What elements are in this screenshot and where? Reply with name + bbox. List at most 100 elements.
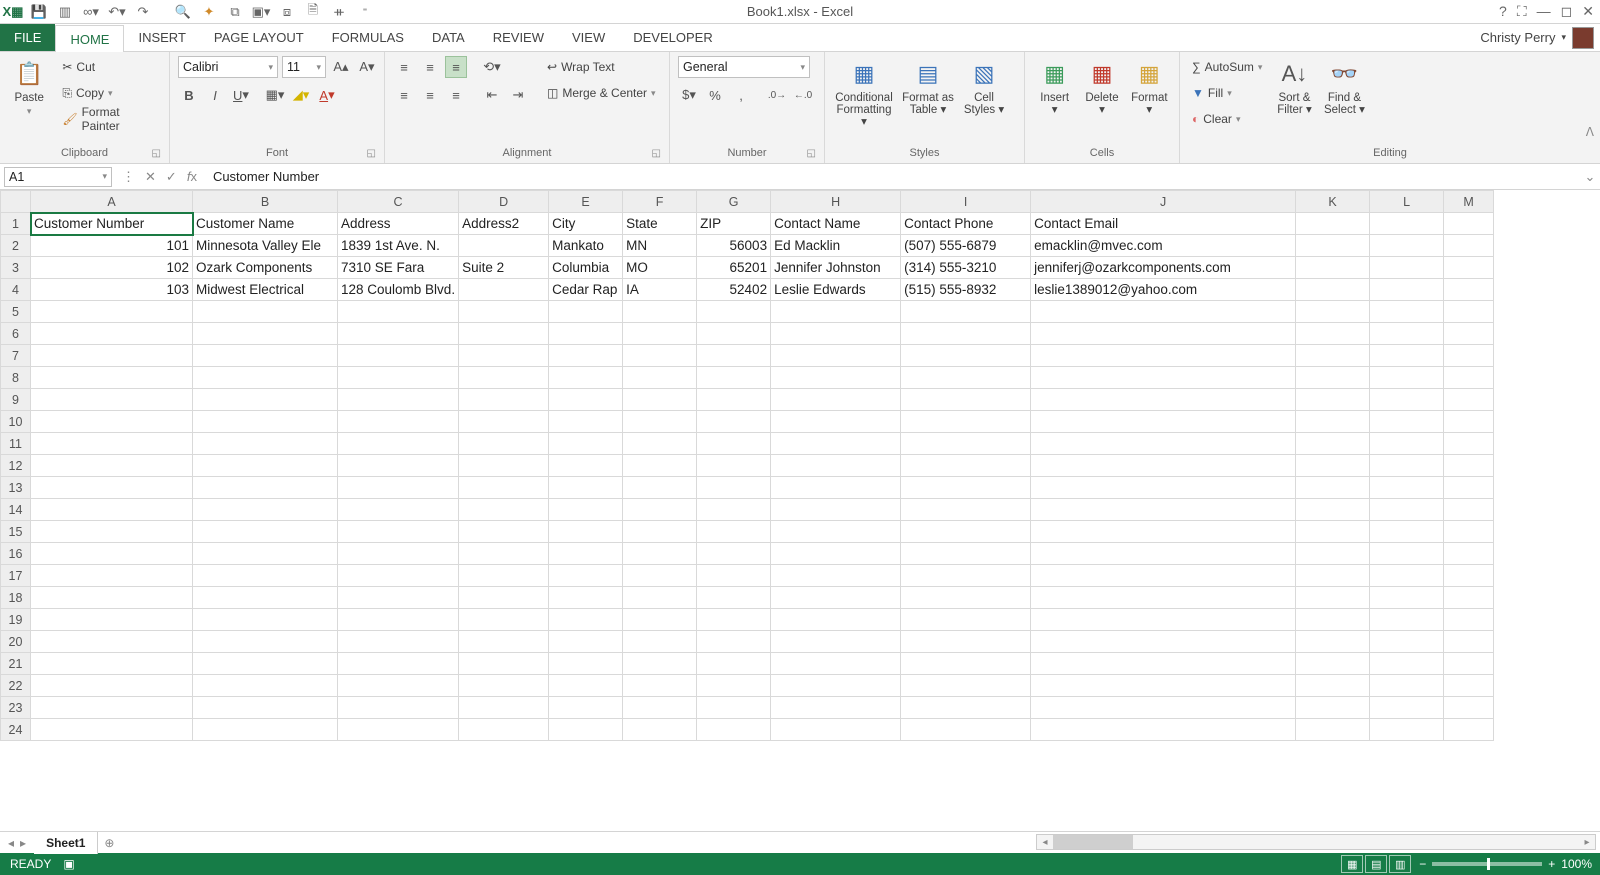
fill-button[interactable]: ▼Fill▾ <box>1188 82 1266 104</box>
cell[interactable] <box>193 455 338 477</box>
conditional-formatting-button[interactable]: ▦ ConditionalFormatting ▾ <box>833 56 895 128</box>
cell[interactable] <box>697 609 771 631</box>
cell[interactable] <box>771 565 901 587</box>
cell[interactable] <box>1031 697 1296 719</box>
qat-more-icon[interactable]: ⁼ <box>356 3 374 21</box>
cell[interactable]: MN <box>623 235 697 257</box>
row-header[interactable]: 15 <box>1 521 31 543</box>
tab-insert[interactable]: INSERT <box>124 24 199 51</box>
col-header[interactable]: H <box>771 191 901 213</box>
cell[interactable] <box>623 521 697 543</box>
cell[interactable] <box>697 653 771 675</box>
cell[interactable] <box>901 521 1031 543</box>
cell[interactable] <box>1031 345 1296 367</box>
row-header[interactable]: 20 <box>1 631 31 653</box>
cell[interactable]: 128 Coulomb Blvd. <box>338 279 459 301</box>
cell[interactable] <box>1370 719 1444 741</box>
grow-font-button[interactable]: A▴ <box>330 56 352 78</box>
cell[interactable] <box>459 697 549 719</box>
cell[interactable] <box>1370 301 1444 323</box>
col-header[interactable]: E <box>549 191 623 213</box>
cell[interactable] <box>549 587 623 609</box>
help-icon[interactable]: ? <box>1499 3 1507 20</box>
cell[interactable]: 103 <box>31 279 193 301</box>
cell[interactable] <box>1031 433 1296 455</box>
cell[interactable] <box>193 301 338 323</box>
cell[interactable] <box>697 543 771 565</box>
cell[interactable] <box>1296 367 1370 389</box>
row-header[interactable]: 9 <box>1 389 31 411</box>
cell[interactable] <box>1296 345 1370 367</box>
cell[interactable]: Midwest Electrical <box>193 279 338 301</box>
cell[interactable]: Columbia <box>549 257 623 279</box>
name-box[interactable]: A1▾ <box>4 167 112 187</box>
fill-color-button[interactable]: ◢▾ <box>290 84 312 106</box>
row-header[interactable]: 4 <box>1 279 31 301</box>
cell[interactable] <box>697 389 771 411</box>
cell[interactable] <box>771 301 901 323</box>
cell[interactable] <box>338 301 459 323</box>
cell[interactable] <box>901 323 1031 345</box>
cell[interactable] <box>549 697 623 719</box>
row-header[interactable]: 22 <box>1 675 31 697</box>
cell[interactable]: Customer Number <box>31 213 193 235</box>
underline-button[interactable]: U▾ <box>230 84 252 106</box>
cell[interactable] <box>549 565 623 587</box>
select-all-corner[interactable] <box>1 191 31 213</box>
row-header[interactable]: 21 <box>1 653 31 675</box>
cell[interactable] <box>1296 235 1370 257</box>
format-as-table-button[interactable]: ▤ Format asTable ▾ <box>899 56 957 116</box>
cell[interactable] <box>771 323 901 345</box>
col-header[interactable]: L <box>1370 191 1444 213</box>
cell[interactable] <box>193 433 338 455</box>
cell[interactable] <box>338 345 459 367</box>
cell[interactable] <box>31 323 193 345</box>
cell[interactable] <box>623 653 697 675</box>
row-header[interactable]: 14 <box>1 499 31 521</box>
cell[interactable] <box>1370 455 1444 477</box>
cell[interactable] <box>31 455 193 477</box>
cell[interactable]: 101 <box>31 235 193 257</box>
cell[interactable]: MO <box>623 257 697 279</box>
cell[interactable] <box>1444 675 1494 697</box>
align-right-button[interactable]: ≡ <box>445 84 467 106</box>
cell[interactable] <box>697 477 771 499</box>
cell[interactable] <box>697 675 771 697</box>
shrink-font-button[interactable]: A▾ <box>356 56 378 78</box>
cell[interactable] <box>901 455 1031 477</box>
cell[interactable] <box>193 411 338 433</box>
cell[interactable] <box>1031 389 1296 411</box>
cell[interactable]: emacklin@mvec.com <box>1031 235 1296 257</box>
cell[interactable] <box>1444 587 1494 609</box>
cell[interactable] <box>1031 301 1296 323</box>
cell[interactable] <box>771 543 901 565</box>
cell[interactable] <box>31 565 193 587</box>
cell[interactable] <box>1031 587 1296 609</box>
zoom-out-button[interactable]: − <box>1419 857 1426 871</box>
sort-filter-button[interactable]: A↓Sort &Filter ▾ <box>1272 56 1316 116</box>
cell[interactable] <box>193 565 338 587</box>
row-header[interactable]: 11 <box>1 433 31 455</box>
row-header[interactable]: 8 <box>1 367 31 389</box>
row-header[interactable]: 18 <box>1 587 31 609</box>
align-top-button[interactable]: ≡ <box>393 56 415 78</box>
cell[interactable] <box>338 653 459 675</box>
cell[interactable] <box>1031 565 1296 587</box>
cell[interactable] <box>31 389 193 411</box>
row-header[interactable]: 7 <box>1 345 31 367</box>
cell[interactable] <box>338 499 459 521</box>
cell[interactable] <box>1370 367 1444 389</box>
tab-data[interactable]: DATA <box>418 24 479 51</box>
cell[interactable] <box>459 433 549 455</box>
cell[interactable] <box>31 697 193 719</box>
tab-formulas[interactable]: FORMULAS <box>318 24 418 51</box>
tab-page-layout[interactable]: PAGE LAYOUT <box>200 24 318 51</box>
cell[interactable] <box>771 719 901 741</box>
cell[interactable] <box>459 609 549 631</box>
cell[interactable] <box>771 609 901 631</box>
cell[interactable] <box>901 675 1031 697</box>
col-header[interactable]: I <box>901 191 1031 213</box>
copy-button[interactable]: ⎘Copy▾ <box>58 82 161 104</box>
cell[interactable] <box>1444 301 1494 323</box>
col-header[interactable]: A <box>31 191 193 213</box>
